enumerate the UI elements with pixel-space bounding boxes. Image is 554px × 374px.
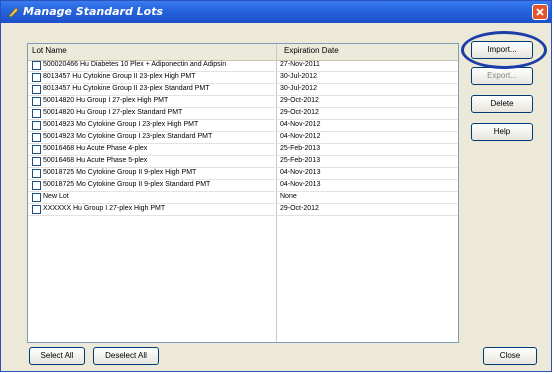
lot-checkbox[interactable] bbox=[32, 133, 41, 142]
standard-lots-list[interactable]: Lot Name Expiration Date 500020466 Hu Di… bbox=[27, 43, 459, 343]
list-item[interactable]: 50014820 Hu Group I 27-plex Standard PMT… bbox=[28, 108, 458, 120]
lot-checkbox[interactable] bbox=[32, 145, 41, 154]
lot-checkbox[interactable] bbox=[32, 85, 41, 94]
list-item[interactable]: XXXXXX Hu Group I 27-plex High PMT 29-Oct… bbox=[28, 204, 458, 216]
lot-name: New Lot bbox=[43, 193, 69, 200]
lot-checkbox[interactable] bbox=[32, 97, 41, 106]
expiration-date: 27-Nov-2011 bbox=[280, 61, 320, 68]
list-item[interactable]: 50016468 Hu Acute Phase 4-plex 25-Feb-201… bbox=[28, 144, 458, 156]
close-icon bbox=[536, 8, 544, 16]
delete-button[interactable]: Delete bbox=[471, 95, 533, 113]
lot-checkbox[interactable] bbox=[32, 109, 41, 118]
lot-name: XXXXXX Hu Group I 27-plex High PMT bbox=[43, 205, 166, 212]
lot-name: 50018725 Mo Cytokine Group II 9-plex Sta… bbox=[43, 181, 211, 188]
lot-checkbox[interactable] bbox=[32, 169, 41, 178]
lot-name: 8013457 Hu Cytokine Group II 23-plex Sta… bbox=[43, 85, 210, 92]
lot-checkbox[interactable] bbox=[32, 61, 41, 70]
lot-checkbox[interactable] bbox=[32, 181, 41, 190]
lot-name: 50014923 Mo Cytokine Group I 23-plex Sta… bbox=[43, 133, 213, 140]
lot-name: 50014820 Hu Group I 27-plex Standard PMT bbox=[43, 109, 183, 116]
expiration-date: 25-Feb-2013 bbox=[280, 145, 321, 152]
lot-name: 50016468 Hu Acute Phase 5-plex bbox=[43, 157, 148, 164]
column-header-lot-name[interactable]: Lot Name bbox=[32, 46, 67, 55]
column-header-expiration-date[interactable]: Expiration Date bbox=[284, 46, 339, 55]
lot-checkbox[interactable] bbox=[32, 205, 41, 214]
list-item[interactable]: 50018725 Mo Cytokine Group II 9-plex Hig… bbox=[28, 168, 458, 180]
deselect-all-button[interactable]: Deselect All bbox=[93, 347, 159, 365]
expiration-date: 25-Feb-2013 bbox=[280, 157, 321, 164]
lot-checkbox[interactable] bbox=[32, 193, 41, 202]
lot-name: 50014923 Mo Cytokine Group I 23-plex Hig… bbox=[43, 121, 199, 128]
list-item[interactable]: 500020466 Hu Diabetes 10 Plex + Adiponec… bbox=[28, 60, 458, 72]
expiration-date: 04-Nov-2012 bbox=[280, 121, 321, 128]
window-title: Manage Standard Lots bbox=[23, 5, 164, 18]
expiration-date: 29-Oct-2012 bbox=[280, 97, 319, 104]
list-item[interactable]: 50014923 Mo Cytokine Group I 23-plex Sta… bbox=[28, 132, 458, 144]
expiration-date: 04-Nov-2012 bbox=[280, 133, 321, 140]
list-rows: 500020466 Hu Diabetes 10 Plex + Adiponec… bbox=[28, 60, 458, 216]
lot-name: 50018725 Mo Cytokine Group II 9-plex Hig… bbox=[43, 169, 197, 176]
select-all-button[interactable]: Select All bbox=[29, 347, 85, 365]
list-item[interactable]: 50014820 Hu Group I 27-plex High PMT 29-O… bbox=[28, 96, 458, 108]
list-item[interactable]: 50018725 Mo Cytokine Group II 9-plex Sta… bbox=[28, 180, 458, 192]
import-highlight-circle bbox=[461, 31, 547, 69]
expiration-date: 04-Nov-2013 bbox=[280, 169, 321, 176]
expiration-date: None bbox=[280, 193, 297, 200]
expiration-date: 30-Jul-2012 bbox=[280, 73, 317, 80]
lot-name: 8013457 Hu Cytokine Group II 23-plex Hig… bbox=[43, 73, 196, 80]
export-button[interactable]: Export... bbox=[471, 67, 533, 85]
expiration-date: 30-Jul-2012 bbox=[280, 85, 317, 92]
list-item[interactable]: 8013457 Hu Cytokine Group II 23-plex Sta… bbox=[28, 84, 458, 96]
list-item[interactable]: 8013457 Hu Cytokine Group II 23-plex Hig… bbox=[28, 72, 458, 84]
list-item[interactable]: 50014923 Mo Cytokine Group I 23-plex Hig… bbox=[28, 120, 458, 132]
expiration-date: 29-Oct-2012 bbox=[280, 109, 319, 116]
close-button[interactable]: Close bbox=[483, 347, 537, 365]
lot-name: 500020466 Hu Diabetes 10 Plex + Adiponec… bbox=[43, 61, 227, 68]
window-close-button[interactable] bbox=[532, 4, 548, 20]
manage-standard-lots-window: Manage Standard Lots Lot Name Expiration… bbox=[0, 0, 552, 372]
title-bar[interactable]: Manage Standard Lots bbox=[1, 1, 551, 23]
lot-name: 50016468 Hu Acute Phase 4-plex bbox=[43, 145, 148, 152]
lot-name: 50014820 Hu Group I 27-plex High PMT bbox=[43, 97, 169, 104]
lot-checkbox[interactable] bbox=[32, 73, 41, 82]
lot-checkbox[interactable] bbox=[32, 157, 41, 166]
lot-checkbox[interactable] bbox=[32, 121, 41, 130]
expiration-date: 29-Oct-2012 bbox=[280, 205, 319, 212]
list-item[interactable]: 50016468 Hu Acute Phase 5-plex 25-Feb-201… bbox=[28, 156, 458, 168]
list-header: Lot Name Expiration Date bbox=[28, 44, 458, 61]
app-icon bbox=[8, 7, 19, 18]
list-item[interactable]: New Lot None bbox=[28, 192, 458, 204]
help-button[interactable]: Help bbox=[471, 123, 533, 141]
expiration-date: 04-Nov-2013 bbox=[280, 181, 321, 188]
